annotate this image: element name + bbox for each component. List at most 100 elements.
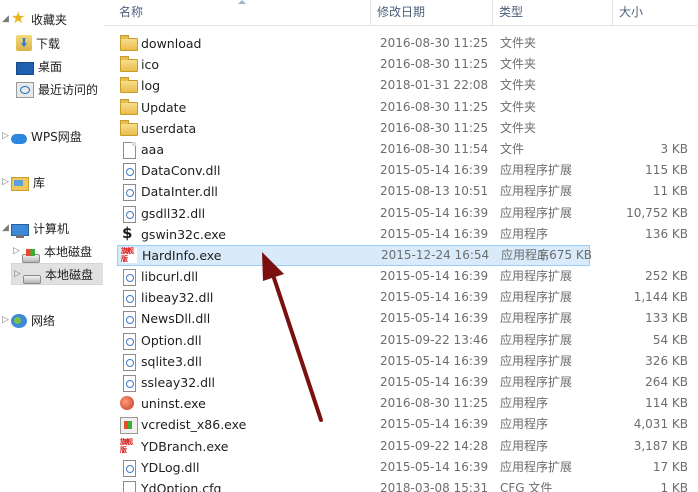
column-header-date[interactable]: 修改日期 (371, 0, 493, 25)
file-row[interactable]: Option.dll 2015-09-22 13:46 应用程序扩展 54 KB (104, 330, 698, 351)
file-size: 3 KB (660, 141, 688, 156)
nav-favorites-label: 收藏夹 (31, 12, 68, 27)
file-row[interactable]: YDBranch.exe 2015-09-22 14:28 应用程序 3,187 KB (104, 436, 698, 457)
collapse-icon[interactable]: ◢ (0, 218, 11, 238)
file-row[interactable]: DataConv.dll 2015-05-14 16:39 应用程序扩展 115 KB (104, 160, 698, 181)
cfg-file-icon (123, 480, 136, 492)
file-name: log (141, 78, 161, 94)
file-size: 54 KB (652, 332, 688, 347)
file-size: 4,031 KB (633, 417, 688, 432)
nav-desktop[interactable]: 桌面 (16, 56, 62, 76)
desktop-icon (16, 61, 34, 75)
nav-network-label: 网络 (31, 313, 56, 328)
file-row[interactable]: gsdll32.dll 2015-05-14 16:39 应用程序扩展 10,752 … (104, 203, 698, 224)
nav-recent[interactable]: 最近访问的 (16, 79, 98, 99)
file-row[interactable]: libcurl.dll 2015-05-14 16:39 应用程序扩展 252 KB (104, 266, 698, 287)
file-row[interactable]: ssleay32.dll 2015-05-14 16:39 应用程序扩展 264 KB (104, 372, 698, 393)
file-type: 应用程序扩展 (500, 311, 573, 326)
file-name: gsdll32.dll (141, 205, 206, 221)
nav-computer[interactable]: ◢ 计算机 (0, 218, 69, 238)
expand-icon[interactable]: ▷ (12, 264, 23, 284)
file-row[interactable]: log 2018-01-31 22:08 文件夹 (104, 75, 698, 96)
nav-library[interactable]: ▷ 库 (0, 172, 45, 192)
column-header-size[interactable]: 大小 (613, 0, 698, 25)
expand-icon[interactable]: ▷ (11, 241, 22, 261)
file-row[interactable]: DataInter.dll 2015-08-13 10:51 应用程序扩展 11 KB (104, 181, 698, 202)
file-name: HardInfo.exe (142, 247, 222, 263)
file-date: 2016-08-30 11:25 (380, 120, 489, 135)
file-size: 252 KB (645, 269, 688, 284)
file-row[interactable]: Update 2016-08-30 11:25 文件夹 (104, 97, 698, 118)
dll-icon (123, 332, 136, 350)
column-date-label: 修改日期 (377, 5, 426, 19)
file-name: NewsDll.dll (141, 311, 211, 327)
file-name: download (141, 36, 202, 51)
file-name: YDLog.dll (141, 459, 200, 475)
file-name: Update (141, 99, 187, 115)
folder-icon (120, 119, 138, 136)
app-logo-icon (120, 438, 136, 454)
file-size: 136 KB (645, 226, 688, 241)
file-date: 2015-05-14 16:39 (380, 269, 489, 284)
file-type: 文件夹 (500, 99, 537, 114)
file-row[interactable]: libeay32.dll 2015-05-14 16:39 应用程序扩展 1,144 … (104, 287, 698, 308)
file-row[interactable]: ico 2016-08-30 11:25 文件夹 (104, 54, 698, 75)
file-type: 应用程序 (500, 226, 549, 241)
file-name: ico (141, 57, 159, 73)
file-date: 2015-09-22 14:28 (380, 438, 489, 453)
file-size: 11 KB (652, 184, 688, 199)
file-row[interactable]: HardInfo.exe2015-12-24 16:54应用程序1,675 KB (117, 244, 592, 267)
file-row[interactable]: gswin32c.exe 2015-05-14 16:39 应用程序 136 KB (104, 224, 698, 245)
dll-icon (123, 290, 136, 308)
expand-icon[interactable]: ▷ (0, 126, 11, 146)
nav-wps-cloud[interactable]: ▷ WPS网盘 (0, 126, 82, 146)
file-name: sqlite3.dll (141, 353, 202, 369)
column-header-type[interactable]: 类型 (493, 0, 613, 25)
nav-network[interactable]: ▷ 网络 (0, 310, 55, 330)
file-date: 2016-08-30 11:25 (380, 99, 489, 114)
nav-wps-label: WPS网盘 (31, 129, 82, 144)
file-date: 2015-05-14 16:39 (380, 311, 489, 326)
nav-local-disk-c[interactable]: ▷ 本地磁盘 (11, 241, 92, 263)
file-row[interactable]: download 2016-08-30 11:25 文件夹 (104, 33, 698, 54)
file-date: 2015-05-14 16:39 (380, 226, 489, 241)
expand-icon[interactable]: ▷ (0, 172, 11, 192)
file-date: 2016-08-30 11:54 (380, 141, 489, 156)
file-row[interactable]: NewsDll.dll 2015-05-14 16:39 应用程序扩展 133 KB (104, 308, 698, 329)
file-row[interactable]: userdata 2016-08-30 11:25 文件夹 (104, 118, 698, 139)
file-size: 115 KB (645, 163, 688, 178)
file-type: 应用程序扩展 (500, 205, 573, 220)
file-row[interactable]: YdOption.cfg 2018-03-08 15:31 CFG 文件 1 KB (104, 478, 698, 492)
nav-desktop-label: 桌面 (38, 59, 63, 74)
file-date: 2015-12-24 16:54 (381, 247, 490, 262)
nav-local-disk-d[interactable]: ▷ 本地磁盘 (11, 263, 103, 285)
file-row[interactable]: vcredist_x86.exe 2015-05-14 16:39 应用程序 4,03… (104, 414, 698, 435)
file-row[interactable]: aaa 2016-08-30 11:54 文件 3 KB (104, 139, 698, 160)
file-date: 2015-05-14 16:39 (380, 375, 489, 389)
file-type: 文件夹 (500, 78, 537, 93)
file-date: 2015-05-14 16:39 (380, 290, 489, 305)
file-type: 应用程序 (500, 417, 549, 432)
file-size: 1,144 KB (633, 290, 688, 305)
file-name: YdOption.cfg (141, 480, 222, 492)
column-header: 名称 修改日期 类型 大小 (104, 0, 698, 26)
file-size: 17 KB (652, 459, 688, 474)
folder-icon (120, 56, 138, 73)
file-name: DataConv.dll (141, 163, 221, 179)
expand-icon[interactable]: ▷ (0, 310, 11, 330)
dll-icon (123, 163, 136, 181)
file-list-pane: 名称 修改日期 类型 大小 download 2016-08-30 11:25 文件… (104, 0, 698, 492)
file-row[interactable]: uninst.exe 2016-08-30 11:25 应用程序 114 KB (104, 393, 698, 414)
dll-icon (123, 353, 136, 371)
file-name: DataInter.dll (141, 184, 218, 200)
file-size: 114 KB (645, 396, 688, 411)
file-row[interactable]: sqlite3.dll 2015-05-14 16:39 应用程序扩展 326 KB (104, 351, 698, 372)
collapse-icon[interactable]: ◢ (0, 9, 11, 29)
file-size: 1 KB (660, 480, 688, 492)
file-date: 2015-05-14 16:39 (380, 163, 489, 178)
nav-downloads[interactable]: 下载 (16, 33, 60, 53)
disk-icon (23, 274, 41, 284)
file-row[interactable]: YDLog.dll 2015-05-14 16:39 应用程序扩展 17 KB (104, 457, 698, 478)
file-size: 10,752 KB (626, 205, 688, 220)
nav-favorites[interactable]: ◢ 收藏夹 (0, 8, 68, 29)
